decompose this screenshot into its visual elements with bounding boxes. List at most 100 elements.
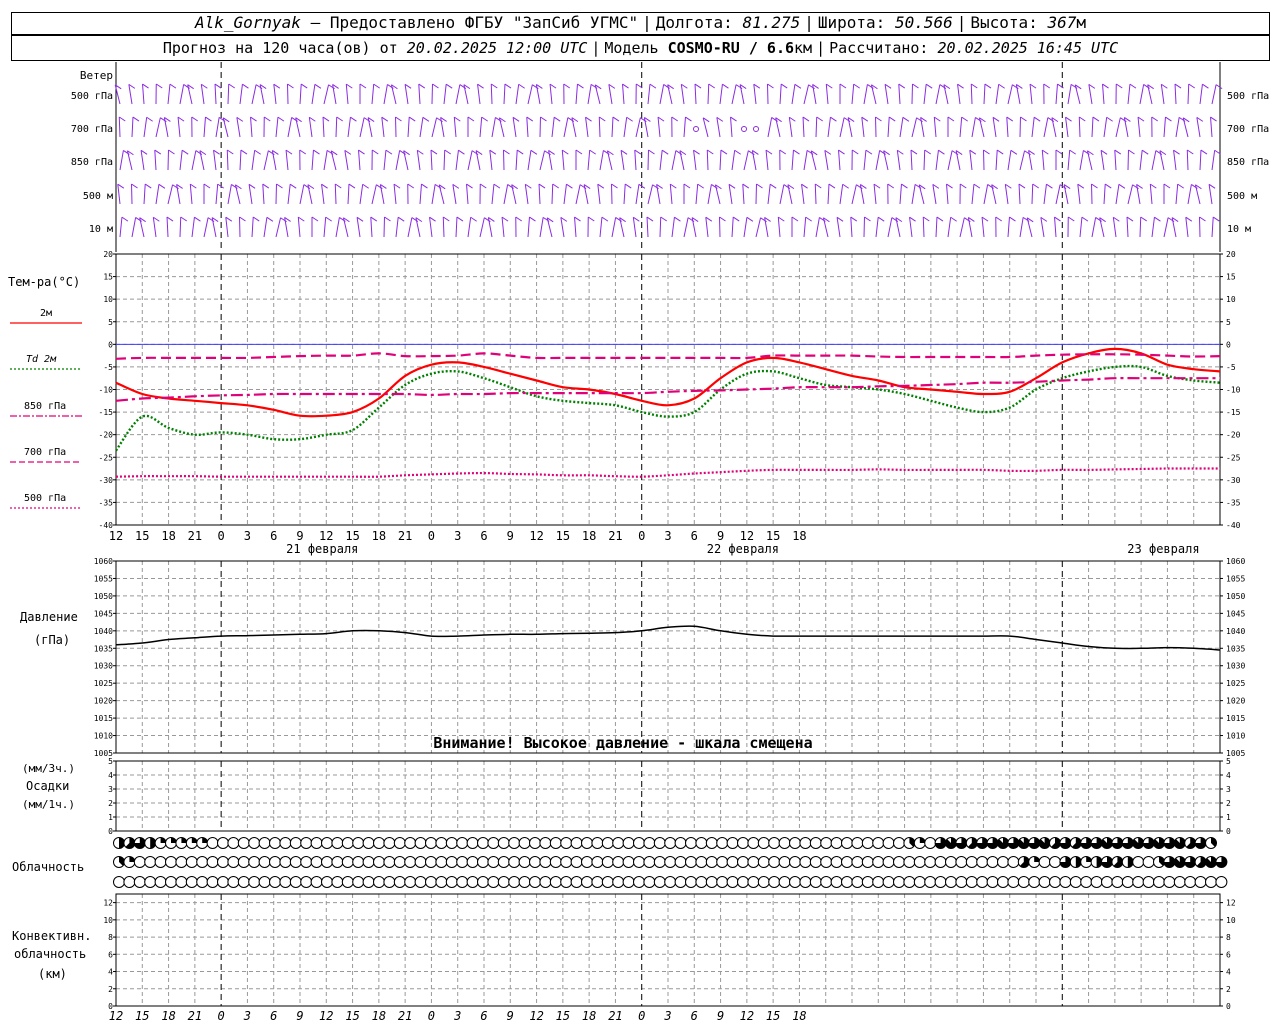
temp-ytick-right: -5 bbox=[1226, 363, 1236, 372]
wind-barb bbox=[728, 184, 733, 205]
wind-barb bbox=[299, 149, 307, 155]
wind-barb bbox=[504, 83, 512, 89]
cloud-symbol bbox=[425, 837, 437, 849]
cloud-symbol bbox=[487, 876, 500, 888]
wind-barb bbox=[836, 217, 841, 238]
cloud-symbol bbox=[321, 876, 333, 888]
wind-barb bbox=[801, 184, 805, 205]
wind-barb bbox=[861, 116, 869, 122]
wind-barb bbox=[695, 184, 699, 205]
wind-barb bbox=[779, 184, 785, 205]
wind-barb bbox=[527, 217, 530, 238]
wind-barb bbox=[444, 149, 452, 155]
cloud-symbol bbox=[1153, 876, 1165, 888]
conv-ytick-right: 6 bbox=[1226, 950, 1231, 959]
wind-barb bbox=[575, 84, 578, 105]
cloud-symbol bbox=[997, 876, 1009, 888]
wind-barb bbox=[336, 116, 344, 122]
wind-barb bbox=[779, 84, 782, 105]
wind-barb bbox=[1077, 184, 1081, 205]
wind-barb bbox=[803, 217, 807, 238]
cloud-symbol bbox=[664, 876, 677, 888]
wind-barb bbox=[121, 216, 129, 222]
cloud-symbol bbox=[549, 837, 562, 849]
time-label-bottom: 0 bbox=[428, 1009, 435, 1023]
wind-barb bbox=[864, 216, 871, 222]
cloud-symbol bbox=[778, 856, 791, 868]
wind-barb bbox=[1081, 216, 1089, 222]
temp-ytick-right: 5 bbox=[1226, 318, 1231, 327]
wind-barb bbox=[313, 149, 320, 155]
cloud-symbol bbox=[695, 876, 708, 888]
wind-barb bbox=[239, 84, 243, 105]
cloud-symbol bbox=[1111, 876, 1124, 888]
wind-level-label-right: 850 гПа bbox=[1227, 157, 1269, 168]
wind-barb bbox=[1078, 116, 1086, 122]
cloud-symbol bbox=[882, 876, 895, 888]
wind-barb bbox=[479, 217, 485, 238]
wind-barb bbox=[177, 116, 185, 122]
cloud-symbol bbox=[757, 876, 770, 888]
time-label-bottom: 0 bbox=[218, 1009, 225, 1023]
wind-barb bbox=[1043, 184, 1047, 205]
cloud-symbol bbox=[477, 837, 489, 849]
wind-barb bbox=[455, 84, 461, 105]
wind-barb bbox=[957, 84, 961, 105]
wind-barb bbox=[694, 84, 697, 105]
wind-barb bbox=[996, 149, 1004, 155]
wind-barb bbox=[1163, 183, 1171, 189]
wind-barb bbox=[671, 217, 675, 238]
cloud-symbol bbox=[133, 856, 146, 868]
wind-barb bbox=[117, 184, 121, 205]
temp-legend-label: Td 2м bbox=[26, 354, 57, 365]
wind-barb bbox=[659, 217, 662, 238]
wind-barb bbox=[383, 84, 388, 105]
time-label-middle: 6 bbox=[480, 529, 487, 543]
wind-barb bbox=[1160, 84, 1165, 105]
cloud-symbol bbox=[1132, 876, 1145, 888]
cloud-symbol bbox=[820, 856, 833, 868]
wind-barb bbox=[548, 150, 553, 171]
cloud-symbol bbox=[841, 837, 853, 849]
wind-barb bbox=[597, 184, 601, 205]
cloud-symbol bbox=[591, 856, 604, 868]
wind-barb bbox=[920, 117, 925, 138]
pressure-ytick-right: 1020 bbox=[1226, 697, 1245, 706]
cloud-symbol bbox=[674, 837, 687, 849]
wind-barb bbox=[598, 116, 606, 122]
wind-barb bbox=[362, 183, 369, 189]
wind-barb bbox=[408, 116, 416, 122]
wind-barb bbox=[200, 84, 205, 105]
wind-barb bbox=[205, 116, 212, 122]
wind-barb bbox=[1063, 184, 1069, 205]
wind-barb bbox=[503, 184, 509, 205]
wind-barb bbox=[765, 150, 769, 171]
meteogram: Ветер 500 гПа 500 гПа 700 гПа 700 гПа 850 гП… bbox=[8, 62, 1269, 1023]
cloud-symbol bbox=[924, 837, 937, 849]
wind-barb bbox=[742, 183, 750, 189]
wind-barb bbox=[275, 217, 282, 238]
cloud-symbol bbox=[601, 837, 614, 849]
cloud-symbol bbox=[924, 856, 937, 868]
day-label: 22 февраля bbox=[707, 542, 779, 556]
time-label-middle: 12 bbox=[319, 529, 333, 543]
wind-barb bbox=[359, 184, 364, 205]
cloud-symbol bbox=[1101, 876, 1113, 888]
wind-barb bbox=[117, 183, 125, 189]
wind-barb bbox=[946, 184, 949, 205]
wind-barb bbox=[493, 183, 501, 189]
wind-barb bbox=[601, 216, 609, 222]
wind-barb bbox=[540, 116, 547, 122]
wind-barb bbox=[163, 117, 169, 138]
precip-grid: 5 5 4 4 3 3 2 2 1 1 0 0 bbox=[108, 757, 1231, 836]
wind-barb bbox=[1102, 84, 1105, 105]
wind-barb bbox=[251, 150, 256, 171]
wind-barb bbox=[1171, 217, 1177, 238]
wind-barb bbox=[1177, 183, 1184, 189]
wind-barb bbox=[381, 117, 385, 138]
wind-barb bbox=[131, 183, 138, 189]
time-label-middle: 12 bbox=[740, 529, 754, 543]
cloud-symbol bbox=[165, 876, 177, 888]
cloud-symbol bbox=[404, 856, 417, 868]
wind-barb bbox=[669, 184, 673, 205]
